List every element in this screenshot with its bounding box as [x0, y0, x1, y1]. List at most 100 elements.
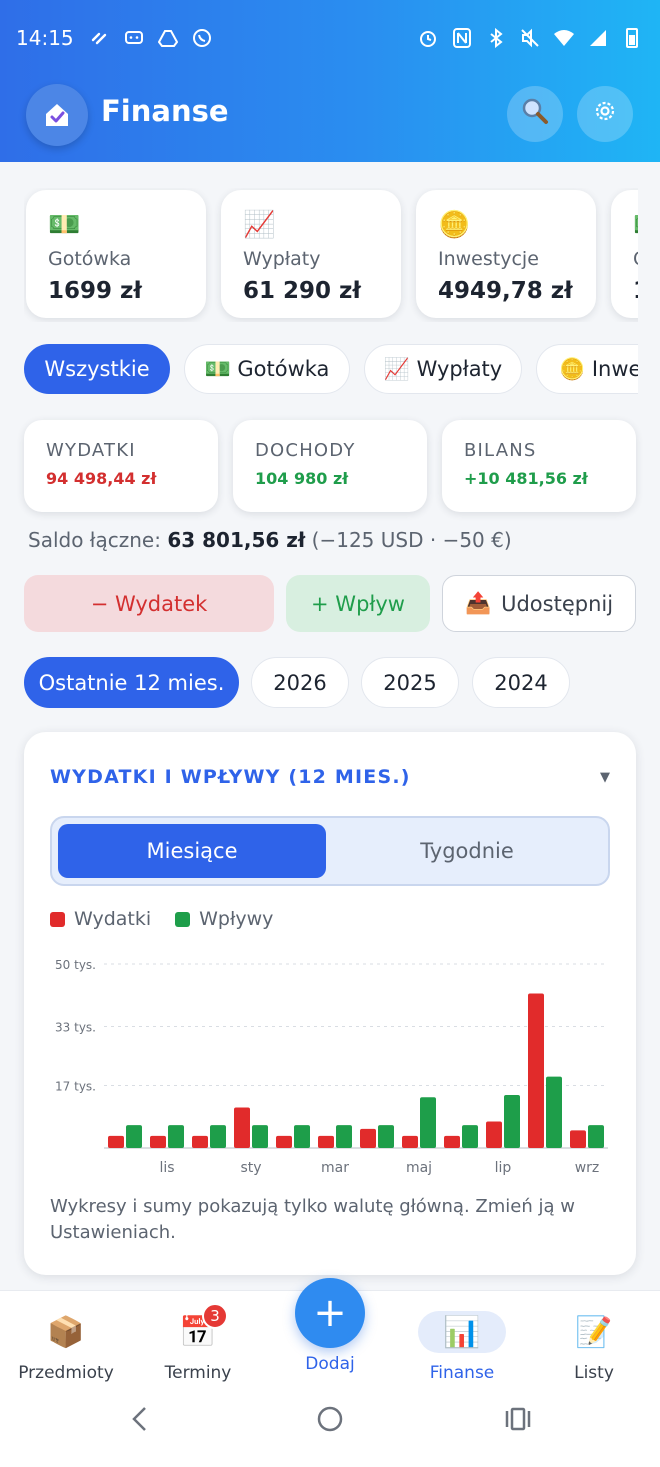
account-amount: 1 — [633, 278, 638, 304]
bar-income — [168, 1125, 184, 1148]
legend-income: Wpływy — [175, 908, 273, 930]
x-tick-label: wrz — [575, 1160, 600, 1176]
account-card-payouts[interactable]: 📈 Wypłaty 61 290 zł — [221, 190, 401, 318]
summary-income: DOCHODY 104 980 zł — [233, 420, 427, 512]
legend-swatch — [175, 911, 191, 927]
summary-label: WYDATKI — [46, 440, 136, 461]
signal-app-icon — [88, 27, 112, 49]
y-tick-label: 17 tys. — [55, 1079, 96, 1093]
mute-icon — [518, 27, 542, 49]
total-balance-label: Saldo łączne: — [28, 528, 161, 552]
chip-payouts[interactable]: 📈 Wypłaty — [364, 344, 522, 394]
period-last-12[interactable]: Ostatnie 12 mies. — [24, 657, 239, 708]
bar-income — [336, 1125, 352, 1148]
bar-income — [546, 1076, 562, 1148]
memo-icon: 📝 — [575, 1314, 613, 1350]
chat-app-icon — [122, 27, 146, 49]
accounts-carousel[interactable]: 💵 Gotówka 1699 zł 📈 Wypłaty 61 290 zł 🪙 … — [24, 188, 638, 322]
summary-amount: 104 980 zł — [255, 469, 349, 488]
bar-income — [504, 1095, 520, 1148]
bar-expense — [486, 1121, 502, 1148]
period-2025[interactable]: 2025 — [361, 657, 459, 708]
nav-items[interactable]: 📦 Przedmioty — [6, 1311, 126, 1384]
nav-deadlines[interactable]: 📅 3 Terminy — [138, 1303, 258, 1383]
summary-label: BILANS — [464, 440, 537, 461]
y-tick-label: 50 tys. — [55, 958, 96, 972]
chip-cash[interactable]: 💵 Gotówka — [184, 344, 350, 394]
total-balance: Saldo łączne: 63 801,56 zł (−125 USD · −… — [28, 528, 512, 552]
legend-swatch — [50, 911, 65, 927]
home-nav-icon[interactable] — [316, 1405, 344, 1437]
chart-title[interactable]: WYDATKI I WPŁYWY (12 MIES.) — [50, 766, 411, 788]
summary-label: DOCHODY — [255, 440, 356, 461]
add-expense-button[interactable]: − Wydatek — [24, 575, 274, 632]
nfc-icon — [450, 27, 474, 49]
toggle-weeks[interactable]: Tygodnie — [330, 824, 604, 878]
cash-icon: 💵 — [633, 210, 638, 244]
legend-label: Wpływy — [199, 908, 274, 930]
gear-icon — [593, 99, 617, 129]
bar-expense — [234, 1107, 250, 1148]
back-nav-icon[interactable] — [128, 1405, 152, 1437]
bar-expense — [402, 1135, 418, 1148]
bar-expense — [570, 1130, 586, 1148]
plus-icon: + — [313, 1290, 347, 1336]
status-time: 14:15 — [16, 26, 74, 50]
bar-expense — [360, 1128, 376, 1148]
nav-label: Finanse — [429, 1363, 495, 1383]
x-tick-label: sty — [240, 1160, 261, 1176]
settings-button[interactable] — [577, 86, 633, 142]
period-granularity-toggle: Miesiące Tygodnie — [50, 816, 610, 886]
share-button[interactable]: 📤 Udostępnij — [442, 575, 636, 632]
home-logo-icon[interactable] — [26, 84, 88, 146]
search-button[interactable] — [507, 86, 563, 142]
legend-label: Wydatki — [74, 908, 152, 930]
recents-nav-icon[interactable] — [504, 1405, 532, 1437]
account-amount: 1699 zł — [48, 278, 142, 304]
nav-label: Przedmioty — [18, 1363, 114, 1383]
period-2024[interactable]: 2024 — [472, 657, 570, 708]
account-card-investments[interactable]: 🪙 Inwestycje 4949,78 zł — [416, 190, 596, 318]
chip-investments[interactable]: 🪙 Inwes — [536, 344, 638, 394]
chevron-down-icon[interactable]: ▼ — [600, 770, 610, 785]
bar-income — [210, 1125, 226, 1148]
chart-legend: Wydatki Wpływy — [50, 908, 297, 930]
alarm-icon — [416, 27, 440, 49]
toggle-months[interactable]: Miesiące — [58, 824, 326, 878]
account-amount: 61 290 zł — [243, 278, 361, 304]
nav-label: Terminy — [164, 1363, 232, 1383]
box-icon: 📦 — [47, 1314, 85, 1350]
wifi-icon — [552, 27, 576, 49]
nav-finances[interactable]: 📊 Finanse — [402, 1311, 522, 1383]
bar-expense — [192, 1135, 208, 1148]
cash-icon: 💵 — [48, 210, 81, 240]
account-filter-chips: Wszystkie 💵 Gotówka 📈 Wypłaty 🪙 Inwes — [24, 344, 638, 396]
account-card-partial[interactable]: 💵 C 1 — [611, 190, 638, 318]
summary-amount: +10 481,56 zł — [464, 469, 588, 488]
share-label: Udostępnij — [501, 591, 614, 616]
bar-expense — [528, 993, 544, 1148]
add-income-button[interactable]: + Wpływ — [286, 575, 430, 632]
coin-icon: 🪙 — [438, 210, 471, 240]
bar-chart-icon: 📊 — [418, 1311, 506, 1353]
cell-signal-icon — [586, 27, 610, 49]
bar-chart: 50 tys. 33 tys. 17 tys. lis sty mar maj lip wrz — [55, 958, 608, 1176]
add-fab-button[interactable]: + — [295, 1278, 365, 1348]
notification-badge: 3 — [202, 1303, 228, 1329]
total-balance-amount: 63 801,56 zł — [167, 528, 306, 552]
period-2026[interactable]: 2026 — [251, 657, 349, 708]
account-card-cash[interactable]: 💵 Gotówka 1699 zł — [26, 190, 206, 318]
summary-expenses: WYDATKI 94 498,44 zł — [24, 420, 218, 512]
x-tick-label: lip — [495, 1160, 512, 1176]
status-bar: 14:15 — [16, 22, 644, 54]
chart-up-icon: 📈 — [243, 210, 276, 240]
nav-label: Listy — [574, 1363, 614, 1383]
whatsapp-icon — [190, 27, 214, 49]
bar-income — [462, 1125, 478, 1148]
chip-all[interactable]: Wszystkie — [24, 344, 170, 394]
nav-lists[interactable]: 📝 Listy — [534, 1311, 654, 1384]
drive-app-icon — [156, 27, 180, 49]
bar-income — [252, 1125, 268, 1148]
y-tick-label: 33 tys. — [55, 1021, 96, 1035]
nav-icon-wrap: 📅 3 — [154, 1303, 242, 1353]
